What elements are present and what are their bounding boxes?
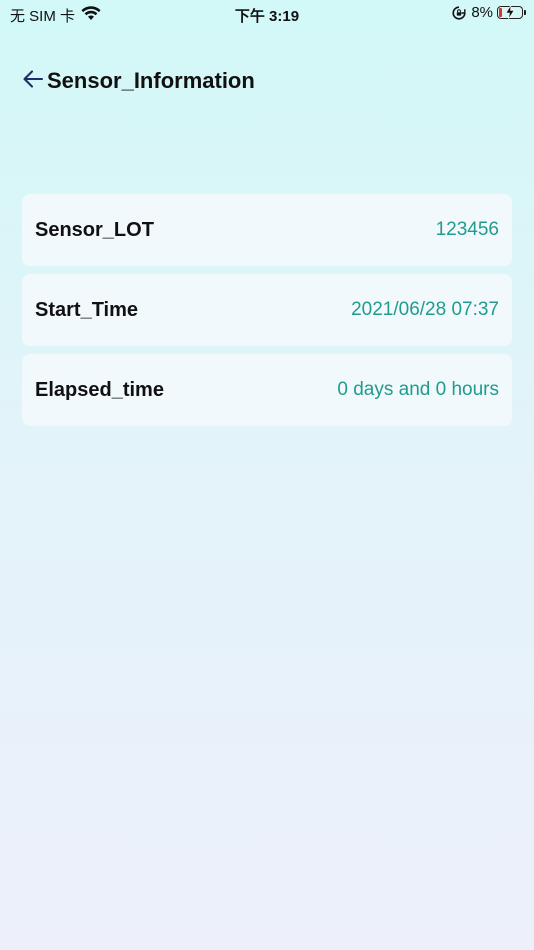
rotation-lock-icon [452,5,466,20]
start-time-label: Start_Time [35,298,139,321]
page-title: Sensor_Information [47,68,255,93]
start-time-row: Start_Time 2021/06/28 07:37 [22,274,512,346]
elapsed-time-label: Elapsed_time [35,378,164,401]
sensor-lot-value: 123456 [435,219,499,240]
sensor-info-list: Sensor_LOT 123456 Start_Time 2021/06/28 … [22,194,512,434]
page-header: Sensor_Information [22,68,255,94]
start-time-value: 2021/06/28 07:37 [351,299,499,320]
battery-percent: 8% [471,4,493,21]
elapsed-time-value: 0 days and 0 hours [337,379,499,400]
charging-bolt-icon [505,4,515,23]
sensor-lot-row: Sensor_LOT 123456 [22,194,512,266]
status-bar-right: 8% [452,4,526,21]
battery-level-fill [499,8,502,17]
battery-tip [524,10,526,15]
arrow-left-icon [22,69,44,94]
sensor-lot-label: Sensor_LOT [35,218,154,241]
elapsed-time-row: Elapsed_time 0 days and 0 hours [22,354,512,426]
status-bar: 无 SIM 卡 下午 3:19 8% [0,0,534,28]
battery-charging-icon [497,4,523,20]
back-button[interactable] [22,69,44,94]
